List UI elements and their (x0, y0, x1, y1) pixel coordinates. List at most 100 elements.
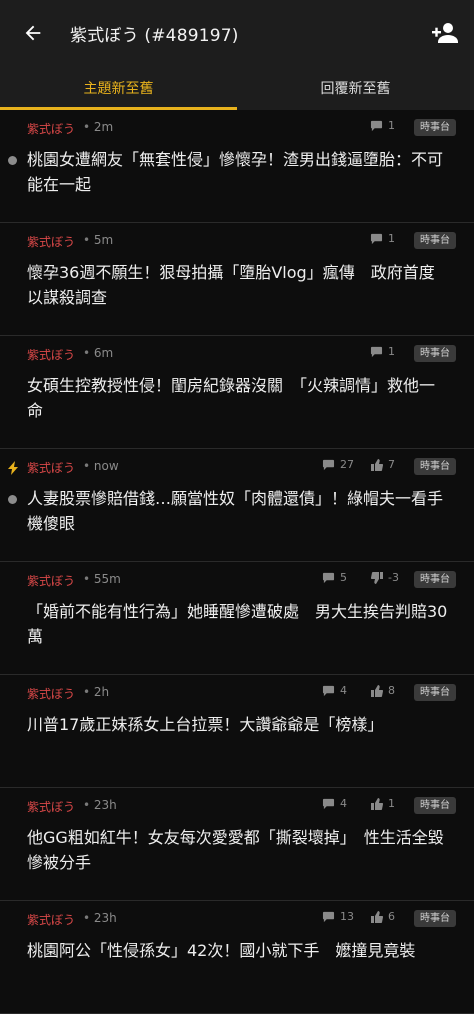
sort-tabs: 主題新至舊 回覆新至舊 (0, 66, 474, 110)
vote-count: -3 (371, 571, 399, 584)
comment-count: 1 (370, 345, 395, 358)
post-item[interactable]: 紫式ぼう • 2m 1 時事台桃園女遭網友「無套性侵」慘懷孕！渣男出錢逼墮胎：不可能在… (0, 110, 474, 223)
comment-icon (322, 572, 340, 584)
vote-count: 6 (371, 910, 395, 923)
post-time-value: 55m (93, 572, 121, 586)
add-user-icon (432, 23, 458, 43)
post-time: • 23h (83, 798, 117, 812)
post-time: • 23h (83, 911, 117, 925)
post-time: • 55m (83, 572, 121, 586)
page-title: 紫式ぼう (#489197) (70, 25, 239, 46)
vote-count: 1 (371, 797, 395, 810)
comment-count: 1 (370, 119, 395, 132)
post-item[interactable]: 紫式ぼう • 6m 1 時事台女碩生控教授性侵！閨房紀錄器沒關 「火辣調情」救他一命 (0, 336, 474, 449)
post-author[interactable]: 紫式ぼう (27, 685, 75, 702)
comment-icon (370, 346, 388, 358)
post-item[interactable]: 紫式ぼう • 23h 4 1 時事台他GG粗如紅牛！女友每次愛愛都「撕裂壞掉」 性生活全… (0, 788, 474, 901)
post-item[interactable]: 紫式ぼう • 5m 1 時事台懷孕36週不願生！狠母拍攝「墮胎Vlog」瘋傳 政府首度… (0, 223, 474, 336)
post-meta: 紫式ぼう • 23h 4 1 時事台 (0, 796, 474, 816)
arrow-left-icon (25, 25, 41, 41)
post-author[interactable]: 紫式ぼう (27, 120, 75, 137)
post-title[interactable]: 桃園女遭網友「無套性侵」慘懷孕！渣男出錢逼墮胎：不可能在一起 (27, 147, 448, 197)
post-meta: 紫式ぼう • now 27 7 時事台 (0, 457, 474, 477)
vote-count: 7 (371, 458, 395, 471)
post-author[interactable]: 紫式ぼう (27, 459, 75, 476)
thumbs-up-icon (371, 458, 388, 471)
post-time: • 2m (83, 120, 113, 134)
post-time-value: 23h (93, 911, 117, 925)
post-title[interactable]: 人妻股票慘賠借錢…願當性奴「肉體還債」！綠帽夫一看手機傻眼 (27, 486, 448, 536)
channel-tag[interactable]: 時事台 (414, 797, 456, 814)
channel-tag[interactable]: 時事台 (414, 910, 456, 927)
post-title[interactable]: 川普17歲正妹孫女上台拉票！大讚爺爺是「榜樣」 (27, 712, 448, 737)
post-item[interactable]: 紫式ぼう • now 27 7 時事台人妻股票慘賠借錢…願當性奴「肉體還債」！綠帽夫一看… (0, 449, 474, 562)
channel-tag[interactable]: 時事台 (414, 684, 456, 701)
post-author[interactable]: 紫式ぼう (27, 911, 75, 928)
post-meta: 紫式ぼう • 2m 1 時事台 (0, 118, 474, 138)
comment-icon (322, 459, 340, 471)
channel-tag[interactable]: 時事台 (414, 232, 456, 249)
post-time-value: now (93, 459, 119, 473)
post-meta: 紫式ぼう • 5m 1 時事台 (0, 231, 474, 251)
post-time-value: 2m (93, 120, 114, 134)
separator-dot: • (83, 120, 94, 134)
post-meta: 紫式ぼう • 55m 5 -3 時事台 (0, 570, 474, 590)
post-time-value: 23h (93, 798, 117, 812)
thumbs-up-icon (371, 684, 388, 697)
tab-topic-new-to-old[interactable]: 主題新至舊 (0, 66, 237, 110)
vote-count-value: 1 (388, 797, 395, 810)
thumbs-down-icon (371, 571, 388, 584)
channel-tag[interactable]: 時事台 (414, 571, 456, 588)
post-title[interactable]: 桃園阿公「性侵孫女」42次！國小就下手 嬤撞見竟裝 (27, 938, 448, 963)
comment-count-value: 4 (340, 797, 347, 810)
comment-count-value: 4 (340, 684, 347, 697)
post-title[interactable]: 女碩生控教授性侵！閨房紀錄器沒關 「火辣調情」救他一命 (27, 373, 448, 423)
comment-count-value: 1 (388, 232, 395, 245)
unread-dot (8, 495, 17, 504)
comment-count-value: 13 (340, 910, 354, 923)
post-author[interactable]: 紫式ぼう (27, 572, 75, 589)
comment-count-value: 1 (388, 119, 395, 132)
post-meta: 紫式ぼう • 23h 13 6 時事台 (0, 909, 474, 929)
unread-dot (8, 156, 17, 165)
comment-count: 4 (322, 797, 347, 810)
comment-icon (322, 798, 340, 810)
vote-count-value: -3 (388, 571, 399, 584)
back-button[interactable] (16, 16, 50, 50)
post-item[interactable]: 紫式ぼう • 55m 5 -3 時事台「婚前不能有性行為」她睡醒慘遭破處 男大生挨告判賠… (0, 562, 474, 675)
comment-icon (322, 685, 340, 697)
separator-dot: • (83, 911, 94, 925)
post-title[interactable]: 「婚前不能有性行為」她睡醒慘遭破處 男大生挨告判賠30萬 (27, 599, 448, 649)
post-meta: 紫式ぼう • 2h 4 8 時事台 (0, 683, 474, 703)
follow-user-button[interactable] (430, 18, 460, 48)
post-time-value: 2h (93, 685, 110, 699)
post-title[interactable]: 懷孕36週不願生！狠母拍攝「墮胎Vlog」瘋傳 政府首度以謀殺調查 (27, 260, 448, 310)
post-item[interactable]: 紫式ぼう • 23h 13 6 時事台桃園阿公「性侵孫女」42次！國小就下手 嬤撞見竟裝 (0, 901, 474, 1014)
comment-icon (370, 120, 388, 132)
channel-tag[interactable]: 時事台 (414, 345, 456, 362)
comment-count-value: 27 (340, 458, 354, 471)
post-author[interactable]: 紫式ぼう (27, 798, 75, 815)
thumbs-up-icon (371, 910, 388, 923)
post-title[interactable]: 他GG粗如紅牛！女友每次愛愛都「撕裂壞掉」 性生活全毀慘被分手 (27, 825, 448, 875)
channel-tag[interactable]: 時事台 (414, 458, 456, 475)
channel-tag[interactable]: 時事台 (414, 119, 456, 136)
post-item[interactable]: 紫式ぼう • 2h 4 8 時事台 川普17歲正妹孫女上台拉票！大讚爺爺是「榜樣」 (0, 675, 474, 788)
separator-dot: • (83, 233, 94, 247)
post-list: 紫式ぼう • 2m 1 時事台 桃園女遭網友「無套性侵」慘懷孕！渣男出錢逼墮胎：不可能在… (0, 110, 474, 1014)
post-time: • 6m (83, 346, 113, 360)
comment-count: 5 (322, 571, 347, 584)
post-author[interactable]: 紫式ぼう (27, 346, 75, 363)
comment-count: 13 (322, 910, 354, 923)
lightning-icon (8, 460, 20, 475)
separator-dot: • (83, 459, 94, 473)
post-author[interactable]: 紫式ぼう (27, 233, 75, 250)
post-time: • 5m (83, 233, 113, 247)
comment-count: 27 (322, 458, 354, 471)
tab-reply-new-to-old[interactable]: 回覆新至舊 (237, 66, 474, 110)
post-time: • now (83, 459, 119, 473)
comment-count: 4 (322, 684, 347, 697)
comment-count-value: 5 (340, 571, 347, 584)
post-time: • 2h (83, 685, 109, 699)
post-time-value: 5m (93, 233, 114, 247)
